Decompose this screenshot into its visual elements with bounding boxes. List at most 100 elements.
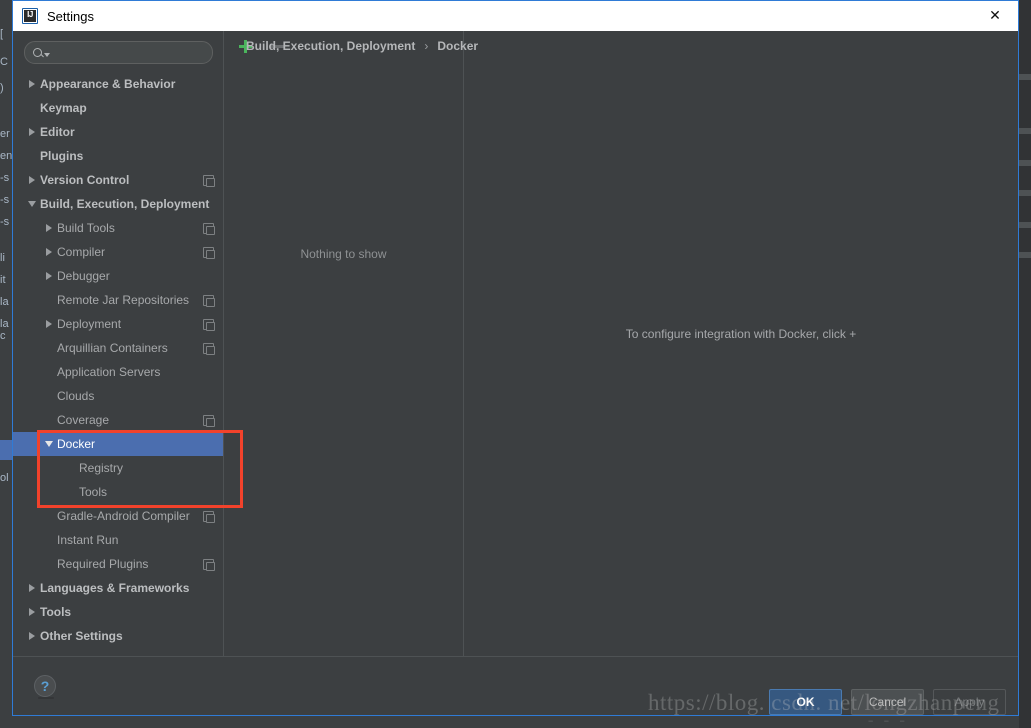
tree-item-label: Deployment <box>57 317 122 331</box>
tree-item-coverage[interactable]: Coverage <box>13 408 223 432</box>
intellij-idea-logo-icon: IJ <box>22 8 38 24</box>
chevron-right-icon[interactable] <box>41 264 57 288</box>
tree-item-gradle-android-compiler[interactable]: Gradle-Android Compiler <box>13 504 223 528</box>
search-box[interactable] <box>24 41 213 64</box>
tree-item-deployment[interactable]: Deployment <box>13 312 223 336</box>
copy-settings-icon[interactable] <box>203 222 215 235</box>
copy-settings-icon[interactable] <box>203 510 215 523</box>
docker-detail-panel: To configure integration with Docker, cl… <box>464 31 1018 656</box>
background-row <box>1019 128 1031 134</box>
tree-item-label: Languages & Frameworks <box>40 581 190 595</box>
tree-item-editor[interactable]: Editor <box>13 120 223 144</box>
tree-item-arquillian-containers[interactable]: Arquillian Containers <box>13 336 223 360</box>
background-text-fragment: C <box>0 56 8 68</box>
tree-item-label: Debugger <box>57 269 110 283</box>
tree-item-label: Compiler <box>57 245 106 259</box>
tree-item-version-control[interactable]: Version Control <box>13 168 223 192</box>
tree-item-debugger[interactable]: Debugger <box>13 264 223 288</box>
help-button-shadow <box>38 697 54 699</box>
tree-item-required-plugins[interactable]: Required Plugins <box>13 552 223 576</box>
tree-item-keymap[interactable]: Keymap <box>13 96 223 120</box>
tree-item-label: Registry <box>79 461 124 475</box>
chevron-right-icon[interactable] <box>24 120 40 144</box>
copy-settings-icon[interactable] <box>203 294 215 307</box>
background-text-fragment: la <box>0 318 9 330</box>
docker-list-panel: Nothing to show <box>224 31 464 656</box>
chevron-right-icon[interactable] <box>24 72 40 96</box>
tree-item-label: Application Servers <box>57 365 161 379</box>
tree-item-build-execution-deployment[interactable]: Build, Execution, Deployment <box>13 192 223 216</box>
ok-button[interactable]: OK <box>769 689 842 715</box>
tree-item-languages-frameworks[interactable]: Languages & Frameworks <box>13 576 223 600</box>
tree-item-label: Arquillian Containers <box>57 341 168 355</box>
background-row <box>1019 252 1031 258</box>
tree-item-label: Tools <box>79 485 108 499</box>
copy-settings-icon[interactable] <box>203 318 215 331</box>
tree-item-label: Appearance & Behavior <box>40 77 176 91</box>
tree-item-label: Build Tools <box>57 221 115 235</box>
tree-item-plugins[interactable]: Plugins <box>13 144 223 168</box>
tree-item-label: Keymap <box>40 101 87 115</box>
cancel-button[interactable]: Cancel <box>851 689 924 715</box>
copy-settings-icon[interactable] <box>203 558 215 571</box>
background-text-fragment: c <box>0 330 6 342</box>
chevron-right-icon[interactable] <box>24 576 40 600</box>
tree-item-instant-run[interactable]: Instant Run <box>13 528 223 552</box>
tree-item-application-servers[interactable]: Application Servers <box>13 360 223 384</box>
search-icon <box>33 48 42 57</box>
close-icon[interactable]: ✕ <box>972 1 1018 31</box>
help-question-icon[interactable]: ? <box>34 675 56 697</box>
copy-settings-icon[interactable] <box>203 246 215 259</box>
chevron-right-icon[interactable] <box>24 600 40 624</box>
tree-item-registry[interactable]: Registry <box>13 456 223 480</box>
background-editor-strip: [C) er en -s -s -s li it la la c ol <box>0 0 12 728</box>
tree-item-docker[interactable]: Docker <box>13 432 223 456</box>
chevron-down-icon[interactable] <box>24 192 40 216</box>
tree-item-label: Coverage <box>57 413 110 427</box>
list-toolbar <box>224 31 463 61</box>
tree-item-label: Required Plugins <box>57 557 149 571</box>
copy-settings-icon[interactable] <box>203 414 215 427</box>
tree-item-compiler[interactable]: Compiler <box>13 240 223 264</box>
chevron-right-icon[interactable] <box>41 240 57 264</box>
background-row <box>1019 74 1031 80</box>
tree-item-tools[interactable]: Tools <box>13 480 223 504</box>
background-row <box>1019 190 1031 196</box>
search-input[interactable] <box>50 44 212 61</box>
settings-tree[interactable]: Appearance & Behavior Keymap Editor Plugins… <box>13 70 223 656</box>
copy-settings-icon[interactable] <box>203 174 215 187</box>
dialog-body: Appearance & Behavior Keymap Editor Plugins… <box>13 31 1018 656</box>
plus-icon <box>238 39 252 53</box>
chevron-down-icon[interactable] <box>41 432 57 456</box>
tree-item-label: Gradle-Android Compiler <box>57 509 190 523</box>
screen-root: [C) er en -s -s -s li it la la c ol IJ Settings ✕ <box>0 0 1031 728</box>
tree-item-label: Build, Execution, Deployment <box>40 197 210 211</box>
empty-list-message: Nothing to show <box>300 247 387 261</box>
settings-tree-panel: Appearance & Behavior Keymap Editor Plugins… <box>13 31 243 656</box>
remove-docker-button[interactable] <box>266 35 288 57</box>
chevron-right-icon[interactable] <box>41 312 57 336</box>
tree-item-other-settings[interactable]: Other Settings <box>13 624 223 648</box>
background-text-fragment: -s <box>0 216 10 228</box>
tree-item-clouds[interactable]: Clouds <box>13 384 223 408</box>
chevron-right-icon[interactable] <box>24 624 40 648</box>
chevron-right-icon[interactable] <box>41 216 57 240</box>
add-docker-button[interactable] <box>234 35 256 57</box>
tree-item-build-tools[interactable]: Build Tools <box>13 216 223 240</box>
tree-item-remote-jar-repositories[interactable]: Remote Jar Repositories <box>13 288 223 312</box>
background-right-panel <box>1019 0 1031 728</box>
tree-item-label: Clouds <box>57 389 95 403</box>
tree-item-label: Tools <box>40 605 72 619</box>
tree-item-label: Docker <box>57 437 96 451</box>
tree-item-appearance-behavior[interactable]: Appearance & Behavior <box>13 72 223 96</box>
background-text-fragment: li <box>0 252 5 264</box>
copy-settings-icon[interactable] <box>203 342 215 355</box>
chevron-right-icon[interactable] <box>24 168 40 192</box>
background-text-fragment: -s <box>0 194 10 206</box>
tree-item-tools[interactable]: Tools <box>13 600 223 624</box>
